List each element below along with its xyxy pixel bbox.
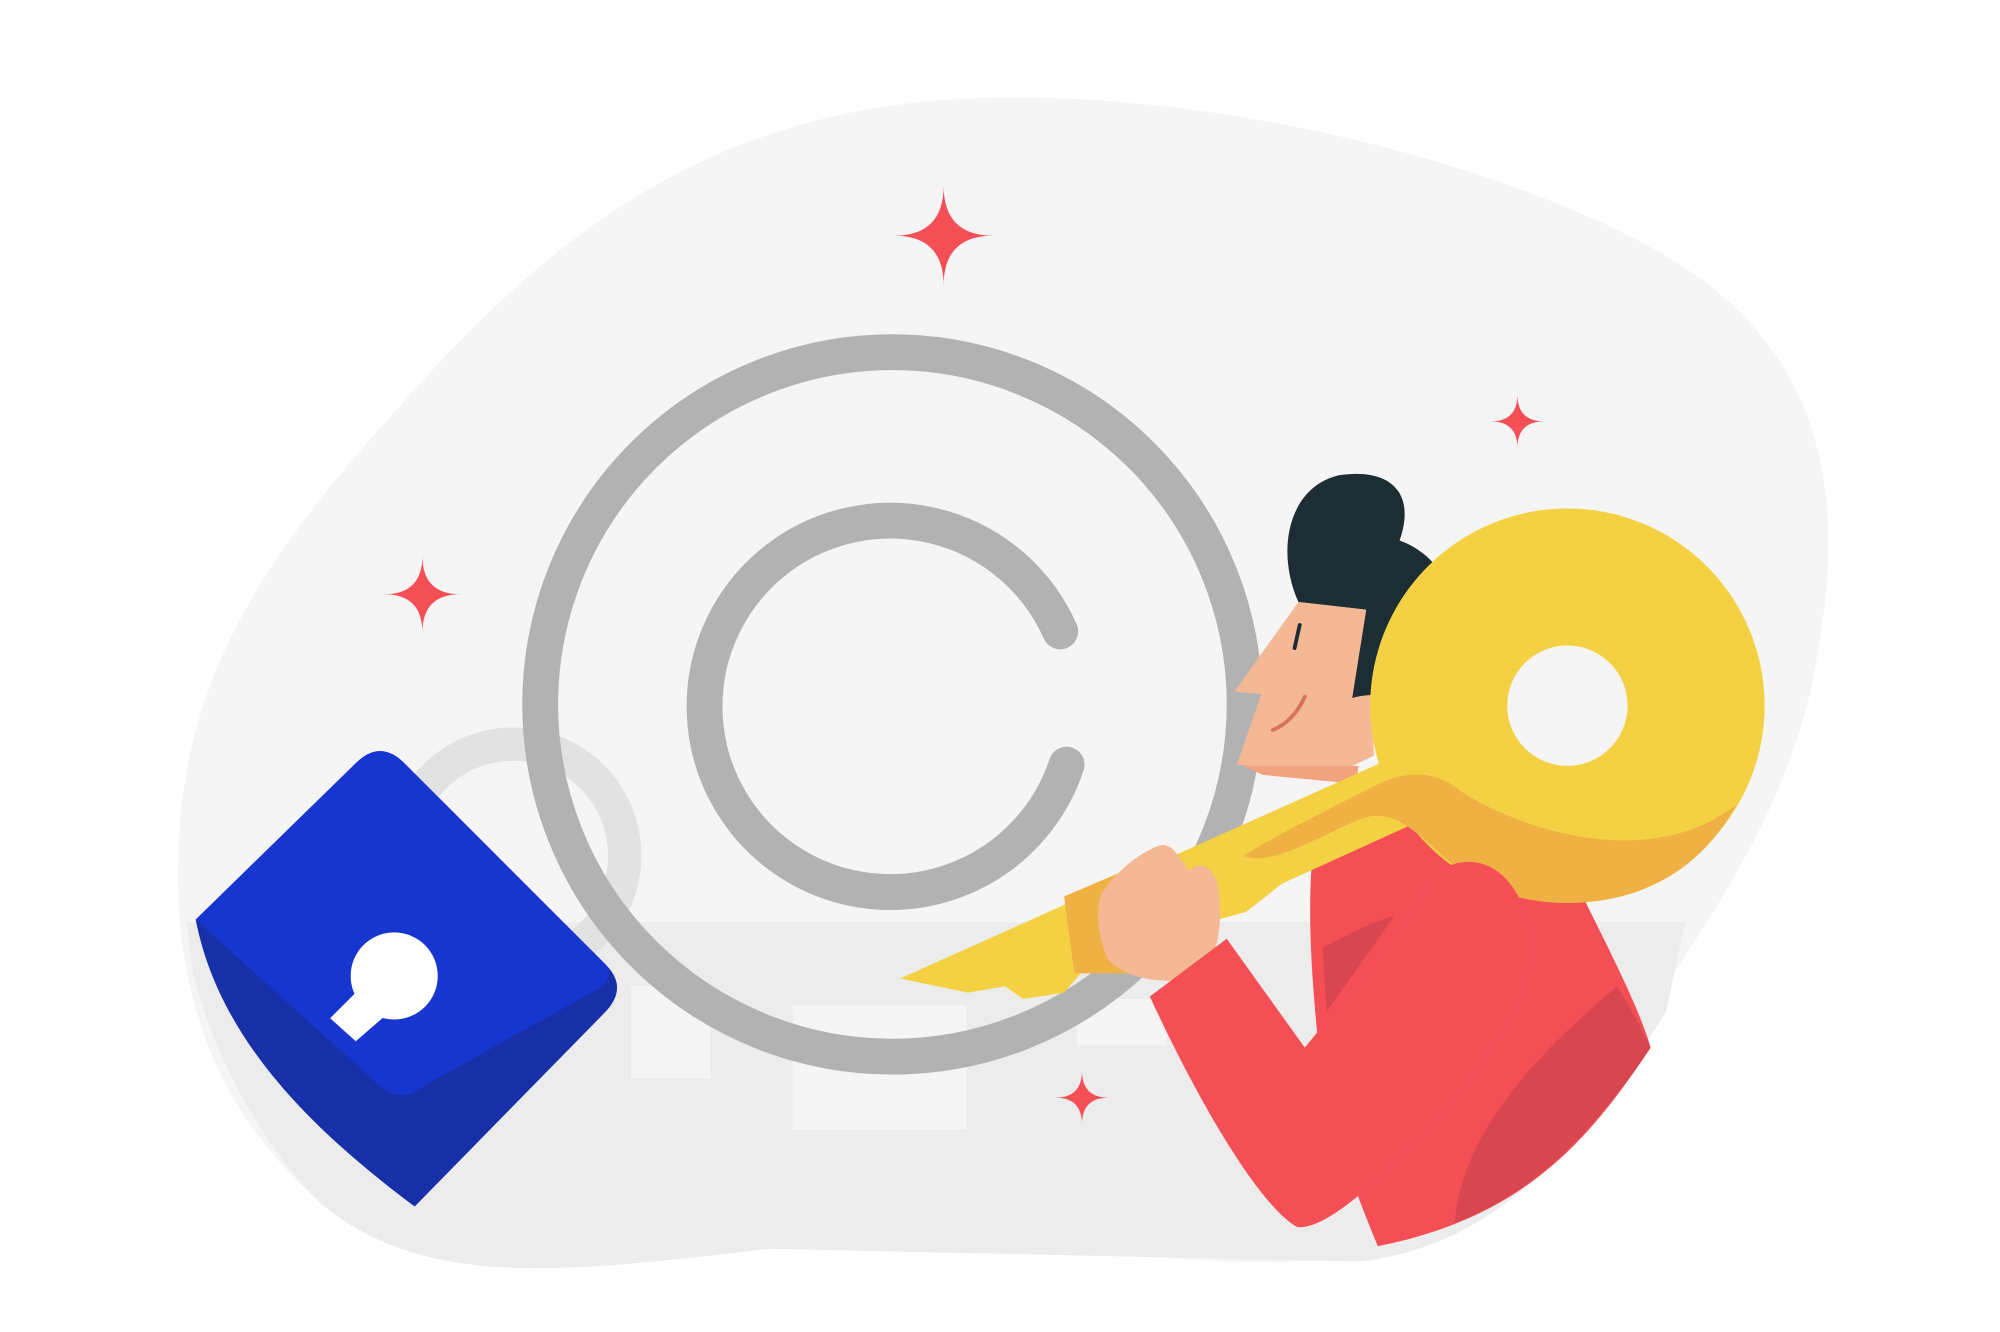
illustration-canvas	[0, 0, 2000, 1332]
copyright-illustration	[177, 97, 1829, 1269]
key-hole	[1507, 645, 1628, 766]
